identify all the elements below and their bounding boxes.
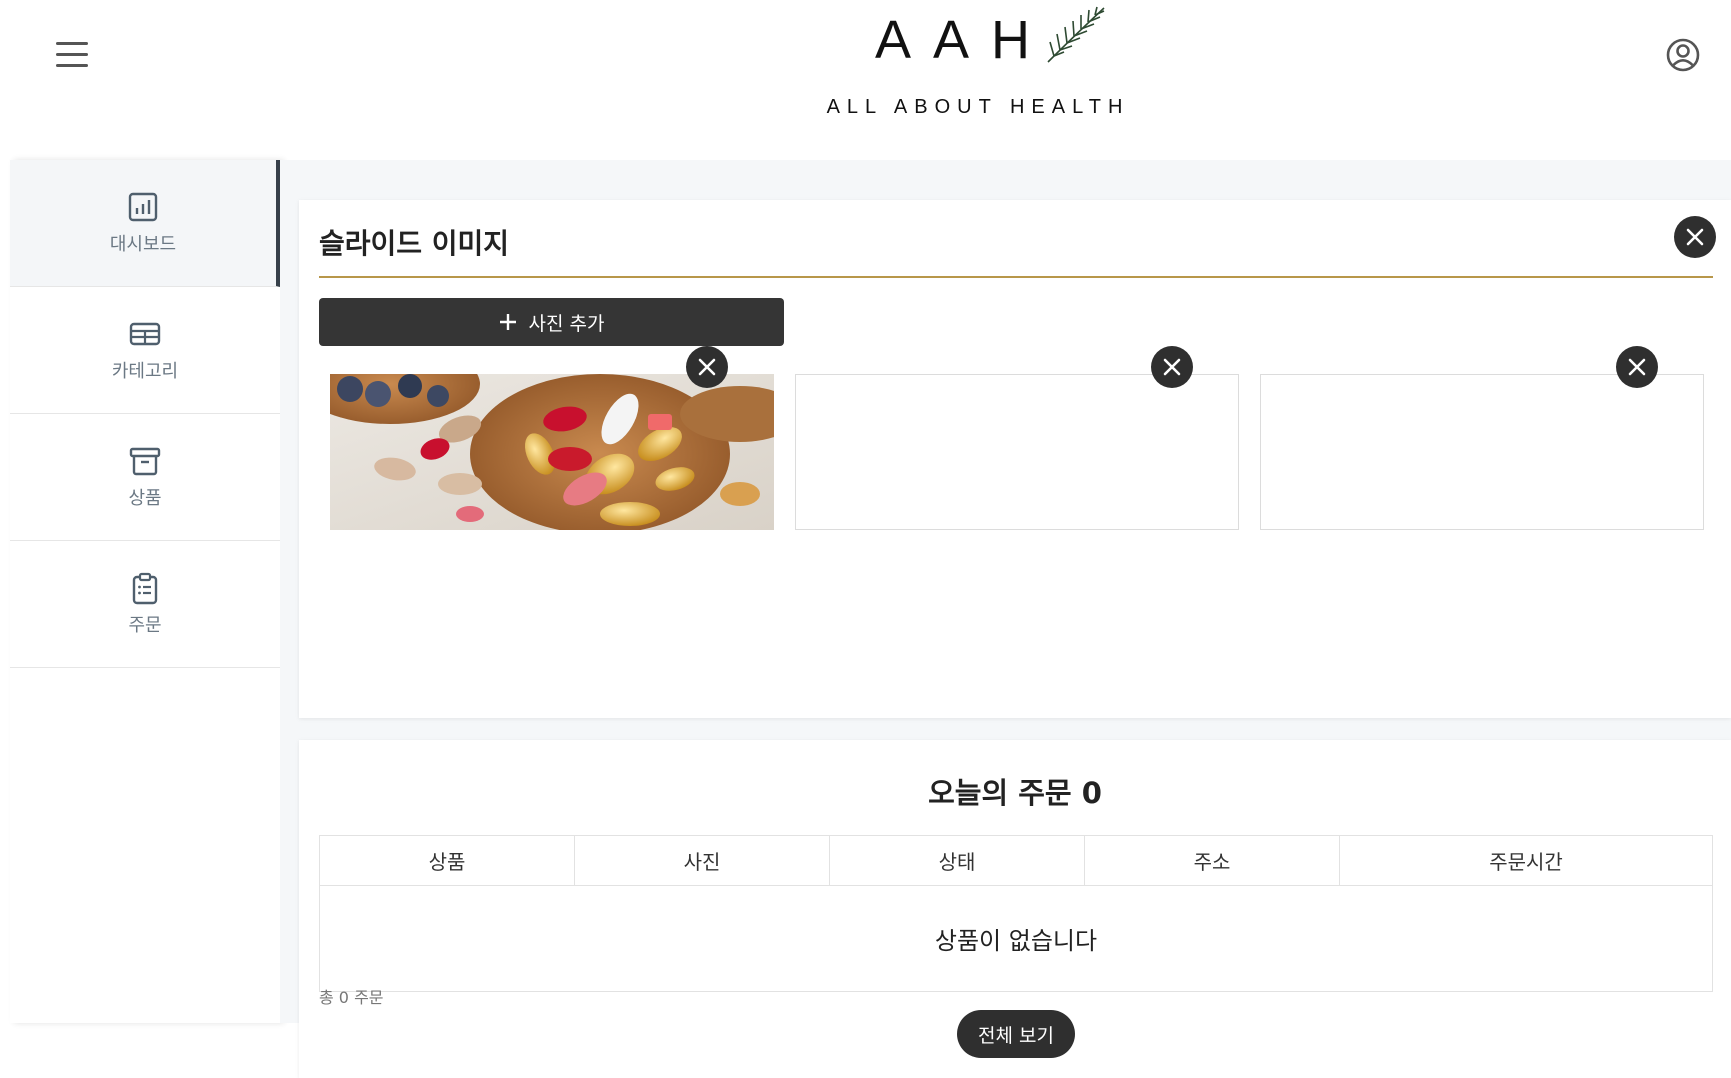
sidebar-item-products[interactable]: 상품	[10, 414, 280, 541]
close-icon	[1628, 358, 1646, 376]
close-card-button[interactable]	[1674, 216, 1716, 258]
column-header: 상품	[319, 835, 575, 886]
main-content: 슬라이드 이미지 사진 추가 오늘의 주문 0 상품 사진 상태 주소 주문시간…	[280, 160, 1731, 1078]
orders-table: 상품 사진 상태 주소 주문시간 상품이 없습니다	[319, 835, 1713, 992]
sidebar-item-label: 대시보드	[109, 234, 177, 255]
remove-slide-3-button[interactable]	[1616, 346, 1658, 388]
remove-slide-1-button[interactable]	[686, 346, 728, 388]
sidebar-item-label: 카테고리	[111, 361, 179, 382]
column-header: 주문시간	[1339, 835, 1713, 886]
close-icon	[1163, 358, 1181, 376]
user-account-icon[interactable]	[1666, 38, 1700, 72]
orders-title: 오늘의 주문 0	[928, 776, 1102, 810]
table-header-row: 상품 사진 상태 주소 주문시간	[319, 835, 1713, 886]
empty-message: 상품이 없습니다	[319, 885, 1713, 992]
table-icon	[129, 322, 161, 346]
slide-slot-3[interactable]	[1260, 374, 1704, 530]
slide-images-title: 슬라이드 이미지	[319, 227, 510, 260]
close-icon	[1686, 228, 1704, 246]
total-orders-count: 총 0 주문	[319, 988, 384, 1007]
sidebar-item-label: 주문	[128, 615, 162, 636]
plus-icon	[499, 314, 516, 330]
sidebar-item-category[interactable]: 카테고리	[10, 287, 280, 414]
sidebar-item-label: 상품	[128, 488, 162, 509]
view-all-button[interactable]: 전체 보기	[957, 1010, 1075, 1058]
top-header: AAH ALL ABOUT HEALTH	[0, 0, 1731, 160]
vitamin-pills-photo	[330, 374, 774, 530]
archive-box-icon	[129, 447, 161, 476]
slide-slot-2[interactable]	[795, 374, 1239, 530]
clipboard-list-icon	[132, 572, 158, 605]
close-icon	[698, 358, 716, 376]
slide-images-card: 슬라이드 이미지 사진 추가	[299, 200, 1731, 718]
palm-leaf-icon	[1047, 6, 1105, 63]
column-header: 주소	[1084, 835, 1340, 886]
chart-icon	[128, 192, 158, 222]
logo-subtitle: ALL ABOUT HEALTH	[826, 96, 1130, 118]
sidebar-item-orders[interactable]: 주문	[10, 541, 280, 668]
sidebar-item-dashboard[interactable]: 대시보드	[10, 160, 280, 287]
sidebar-nav: 대시보드 카테고리 상품 주문	[10, 160, 280, 1023]
add-photo-button[interactable]: 사진 추가	[319, 298, 784, 346]
todays-orders-card: 오늘의 주문 0 상품 사진 상태 주소 주문시간 상품이 없습니다 총 0 주…	[299, 740, 1731, 1078]
column-header: 상태	[829, 835, 1085, 886]
logo-title: AAH	[875, 10, 1053, 70]
column-header: 사진	[574, 835, 830, 886]
hamburger-menu-icon[interactable]	[56, 42, 88, 68]
slide-slot-1	[330, 374, 774, 530]
title-divider	[319, 276, 1713, 278]
brand-logo[interactable]: AAH	[875, 6, 1108, 70]
add-photo-label: 사진 추가	[528, 312, 605, 335]
remove-slide-2-button[interactable]	[1151, 346, 1193, 388]
table-row: 상품이 없습니다	[319, 885, 1713, 992]
